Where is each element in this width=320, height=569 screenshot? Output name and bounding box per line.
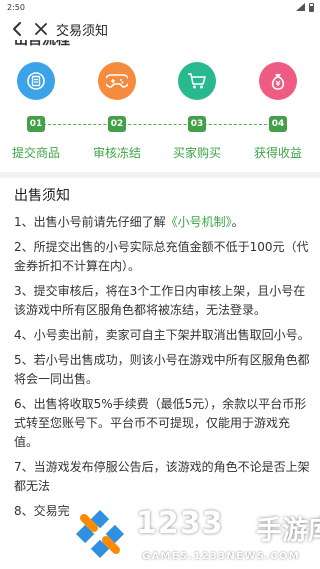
status-bar: 2:50 <box>0 0 320 14</box>
close-icon <box>35 23 47 35</box>
sell-notice: 出售须知 1、出售小号前请先仔细了解《小号机制》。 2、所提交出售的小号实际总充… <box>14 185 310 527</box>
step-1-icon-circle <box>17 62 55 100</box>
notice-item-5: 5、若小号出售成功，则该小号在游戏中所有区服角色都将会一同出售。 <box>14 353 310 386</box>
battery-icon <box>309 2 314 12</box>
status-icons <box>296 2 314 12</box>
back-arrow-icon <box>13 22 21 36</box>
watermark-domain: GAMES.1233NEWS.COM <box>142 551 300 562</box>
mechanism-link[interactable]: 《小号机制》 <box>166 215 232 229</box>
notice-item-3: 3、提交审核后，将在3个工作日内审核上架，且小号在该游戏中所有区服角色都将被冻结… <box>14 284 306 317</box>
receipt-icon <box>27 72 45 90</box>
back-button[interactable] <box>8 20 26 38</box>
status-time: 2:50 <box>7 2 25 12</box>
step-2-number: 02 <box>108 116 126 132</box>
notice-title: 出售须知 <box>14 188 70 204</box>
watermark-name: 手游库 <box>256 516 320 546</box>
section-heading-cut: 出售流程 <box>14 40 70 48</box>
steps-connector-line <box>38 124 282 125</box>
site-watermark: 1233 手游库 GAMES.1233NEWS.COM <box>70 504 320 569</box>
step-3-label: 买家购买 <box>172 146 221 160</box>
step-1-label: 提交商品 <box>11 146 60 160</box>
step-4-number: 04 <box>269 116 287 132</box>
money-bag-icon <box>271 74 285 90</box>
sell-process-steps: 01 02 03 04 提交商品 审核冻结 买家购买 获得收益 <box>0 62 320 162</box>
watermark-logo-icon <box>76 510 124 558</box>
step-3-icon-circle <box>178 62 216 100</box>
notice-item-7: 7、当游戏发布停服公告后，该游戏的角色不论是否上架都无法 <box>14 460 310 493</box>
step-2-icon-circle <box>98 62 136 100</box>
step-4-icon-circle <box>259 62 297 100</box>
close-button[interactable] <box>32 20 50 38</box>
page-title: 交易须知 <box>56 23 109 39</box>
watermark-number: 1233 <box>136 506 224 541</box>
step-1-number: 01 <box>27 116 45 132</box>
section-divider <box>0 172 320 178</box>
step-2-label: 审核冻结 <box>92 146 141 160</box>
notice-item-4: 4、小号卖出前，卖家可自主下架并取消出售取回小号。 <box>14 328 310 342</box>
step-3-number: 03 <box>188 116 206 132</box>
notice-item-2: 2、所提交出售的小号实际总充值金额不低于100元（代金券折扣不计算在内）。 <box>14 240 309 273</box>
notice-item-6: 6、出售将收取5%手续费（最低5元），余款以平台币形式转至您账号下。平台币不可提… <box>14 397 307 449</box>
gamepad-icon <box>106 74 128 88</box>
step-4-label: 获得收益 <box>253 146 302 160</box>
notice-item-1: 1、出售小号前请先仔细了解《小号机制》。 <box>14 215 244 229</box>
signal-icon <box>296 3 305 11</box>
cart-icon <box>188 73 206 89</box>
